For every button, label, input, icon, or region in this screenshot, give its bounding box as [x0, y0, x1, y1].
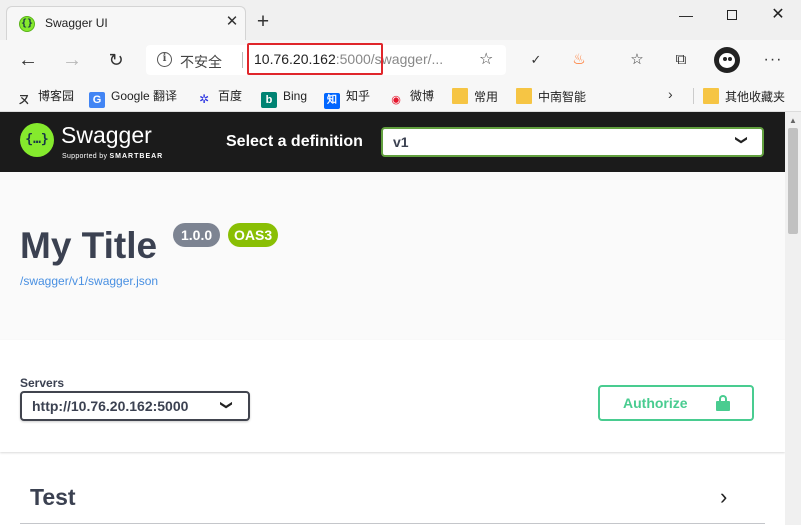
page-scrollbar[interactable]: ▲: [785, 112, 801, 525]
swagger-logo-subtitle: Supported by SMARTBEAR: [62, 153, 164, 160]
folder-icon: [452, 88, 468, 104]
google-translate-icon: G: [89, 92, 105, 108]
page-title: My Title: [20, 225, 158, 266]
other-bookmarks-folder[interactable]: 其他收藏夹: [703, 86, 785, 106]
panda-face-icon: [719, 53, 735, 68]
tab-title: Swagger UI: [45, 16, 108, 30]
new-tab-button[interactable]: +: [251, 11, 275, 35]
definition-select[interactable]: v1 ❯: [381, 127, 764, 157]
weibo-icon: ◉: [391, 94, 401, 106]
oas-badge: OAS3: [228, 223, 279, 247]
bookmark-item[interactable]: b Bing: [261, 86, 307, 108]
authorize-button[interactable]: Authorize: [598, 385, 754, 421]
more-menu-icon[interactable]: ···: [760, 47, 786, 73]
forward-button[interactable]: →: [58, 46, 86, 74]
bookmark-item[interactable]: 知知乎: [324, 86, 370, 109]
chevron-right-icon[interactable]: ›: [720, 484, 727, 510]
servers-label: Servers: [20, 376, 65, 390]
reload-button[interactable]: ↻: [102, 46, 130, 74]
maximize-button[interactable]: [709, 0, 755, 32]
bing-icon: b: [261, 92, 277, 108]
bookmark-item[interactable]: ㄡ博客园: [16, 86, 75, 106]
definition-select-value: v1: [393, 134, 409, 150]
tab-swagger-ui[interactable]: {} Swagger UI ✕: [6, 6, 246, 40]
chevron-down-icon: ❯: [220, 399, 235, 411]
favorites-list-icon[interactable]: ☆: [624, 47, 650, 73]
server-select-value: http://10.76.20.162:5000: [32, 398, 189, 414]
bookmark-item[interactable]: ◉ 微博: [388, 86, 434, 106]
swagger-logo-text[interactable]: Swagger: [61, 122, 152, 149]
bookmark-folder[interactable]: 常用: [452, 86, 498, 106]
scroll-up-arrow-icon[interactable]: ▲: [789, 116, 797, 125]
close-window-button[interactable]: ✕: [755, 0, 801, 32]
server-select[interactable]: http://10.76.20.162:5000 ❯: [20, 391, 250, 421]
url-highlight-box: [247, 43, 383, 75]
swagger-favicon-icon: {}: [19, 16, 35, 32]
extension-flame-icon[interactable]: ♨: [566, 47, 592, 73]
api-info-section: My Title 1.0.0 OAS3 /swagger/v1/swagger.…: [0, 172, 785, 340]
blog-icon: ㄡ: [18, 94, 30, 106]
bookmark-folder[interactable]: 中南智能: [516, 86, 586, 106]
address-divider: [242, 52, 243, 68]
tab-close-icon[interactable]: ✕: [223, 13, 241, 31]
select-definition-label: Select a definition: [226, 133, 363, 150]
unlocked-lock-icon: [716, 395, 730, 411]
bookmarks-overflow-chevron-icon[interactable]: ›: [668, 86, 673, 102]
profile-avatar[interactable]: [714, 47, 740, 73]
minimize-button[interactable]: —: [663, 0, 709, 32]
chevron-down-icon: ❯: [735, 134, 750, 146]
servers-section: Servers http://10.76.20.162:5000 ❯ Autho…: [0, 340, 785, 452]
tag-name: Test: [30, 484, 76, 510]
tab-strip: {} Swagger UI ✕ + — ✕: [0, 0, 801, 40]
swagger-topbar: {…} Swagger Supported by SMARTBEAR Selec…: [0, 112, 785, 172]
maximize-icon: [727, 10, 737, 20]
folder-icon: [516, 88, 532, 104]
spec-json-link[interactable]: /swagger/v1/swagger.json: [20, 274, 158, 288]
authorize-label: Authorize: [623, 395, 688, 411]
extension-icon[interactable]: ✓: [523, 47, 549, 73]
favorite-star-icon[interactable]: ☆: [479, 49, 493, 69]
swagger-logo-icon[interactable]: {…}: [20, 123, 54, 157]
site-info-icon[interactable]: i: [157, 52, 172, 67]
baidu-icon: ✲: [198, 92, 210, 106]
zhihu-icon: 知: [324, 93, 340, 109]
collections-icon[interactable]: ⧉: [668, 47, 694, 73]
tag-section-test[interactable]: Test ›: [20, 472, 765, 524]
bookmarks-divider: [693, 88, 694, 104]
version-badge: 1.0.0: [173, 223, 221, 247]
browser-window: {} Swagger UI ✕ + — ✕ ← → ↻ i 不安全 10.76.…: [0, 0, 801, 525]
bookmark-item[interactable]: ✲ 百度: [196, 86, 242, 106]
scroll-thumb[interactable]: [788, 128, 798, 234]
security-label[interactable]: 不安全: [180, 52, 222, 72]
back-button[interactable]: ←: [14, 46, 42, 74]
page-content: {…} Swagger Supported by SMARTBEAR Selec…: [0, 112, 785, 525]
folder-icon: [703, 88, 719, 104]
bookmark-item[interactable]: G Google 翻译: [89, 86, 177, 108]
